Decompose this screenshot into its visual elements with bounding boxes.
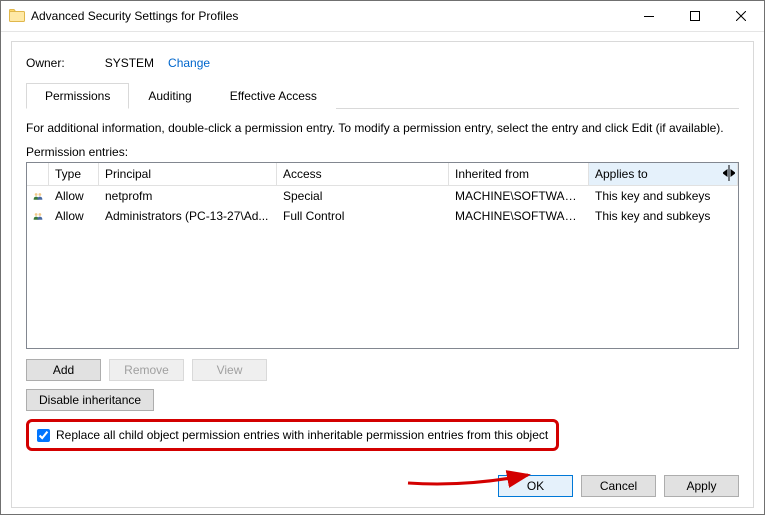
cell-applies: This key and subkeys: [589, 188, 738, 204]
ok-button[interactable]: OK: [498, 475, 573, 497]
change-owner-link[interactable]: Change: [168, 56, 210, 70]
add-button[interactable]: Add: [26, 359, 101, 381]
cell-access: Full Control: [277, 208, 449, 224]
col-principal[interactable]: Principal: [99, 163, 277, 186]
advanced-security-window: Advanced Security Settings for Profiles …: [0, 0, 765, 515]
replace-children-checkbox[interactable]: [37, 429, 50, 442]
remove-button[interactable]: Remove: [109, 359, 184, 381]
table-body: Allow netprofm Special MACHINE\SOFTWARE.…: [27, 186, 738, 226]
minimize-button[interactable]: [626, 1, 672, 31]
window-controls: [626, 1, 764, 31]
owner-value: SYSTEM: [105, 56, 154, 70]
maximize-button[interactable]: [672, 1, 718, 31]
cell-principal: Administrators (PC-13-27\Ad...: [99, 208, 277, 224]
col-access[interactable]: Access: [277, 163, 449, 186]
cancel-button[interactable]: Cancel: [581, 475, 656, 497]
replace-children-callout: Replace all child object permission entr…: [26, 419, 559, 451]
table-row[interactable]: Allow netprofm Special MACHINE\SOFTWARE.…: [27, 186, 738, 206]
col-inherited[interactable]: Inherited from: [449, 163, 589, 186]
apply-button[interactable]: Apply: [664, 475, 739, 497]
owner-label: Owner:: [26, 56, 65, 70]
cell-principal: netprofm: [99, 188, 277, 204]
permission-entries-table[interactable]: Type Principal Access Inherited from App…: [26, 162, 739, 349]
tab-strip: Permissions Auditing Effective Access: [26, 82, 739, 109]
info-text: For additional information, double-click…: [26, 121, 739, 135]
view-button[interactable]: View: [192, 359, 267, 381]
cell-applies: This key and subkeys: [589, 208, 738, 224]
users-icon: [27, 209, 49, 223]
cell-type: Allow: [49, 188, 99, 204]
table-header: Type Principal Access Inherited from App…: [27, 163, 738, 186]
tab-auditing[interactable]: Auditing: [129, 83, 210, 109]
titlebar: Advanced Security Settings for Profiles: [1, 1, 764, 32]
cell-inherited: MACHINE\SOFTWARE...: [449, 188, 589, 204]
table-row[interactable]: Allow Administrators (PC-13-27\Ad... Ful…: [27, 206, 738, 226]
dialog-footer: OK Cancel Apply: [26, 465, 739, 497]
tab-effective-access[interactable]: Effective Access: [211, 83, 336, 109]
client-area: Owner: SYSTEM Change Permissions Auditin…: [11, 41, 754, 508]
owner-row: Owner: SYSTEM Change: [26, 56, 739, 70]
disable-inheritance-button[interactable]: Disable inheritance: [26, 389, 154, 411]
users-icon: [27, 189, 49, 203]
col-applies[interactable]: Applies to: [589, 163, 738, 186]
col-type[interactable]: Type: [49, 163, 99, 186]
col-icon[interactable]: [27, 163, 49, 186]
resize-cursor-icon: [723, 165, 735, 181]
cell-access: Special: [277, 188, 449, 204]
cell-inherited: MACHINE\SOFTWARE...: [449, 208, 589, 224]
tab-permissions[interactable]: Permissions: [26, 83, 129, 109]
replace-children-label[interactable]: Replace all child object permission entr…: [56, 428, 548, 442]
entries-label: Permission entries:: [26, 145, 739, 159]
window-title: Advanced Security Settings for Profiles: [31, 9, 626, 23]
close-button[interactable]: [718, 1, 764, 31]
folder-icon: [9, 8, 25, 24]
entry-buttons: Add Remove View: [26, 359, 739, 381]
cell-type: Allow: [49, 208, 99, 224]
